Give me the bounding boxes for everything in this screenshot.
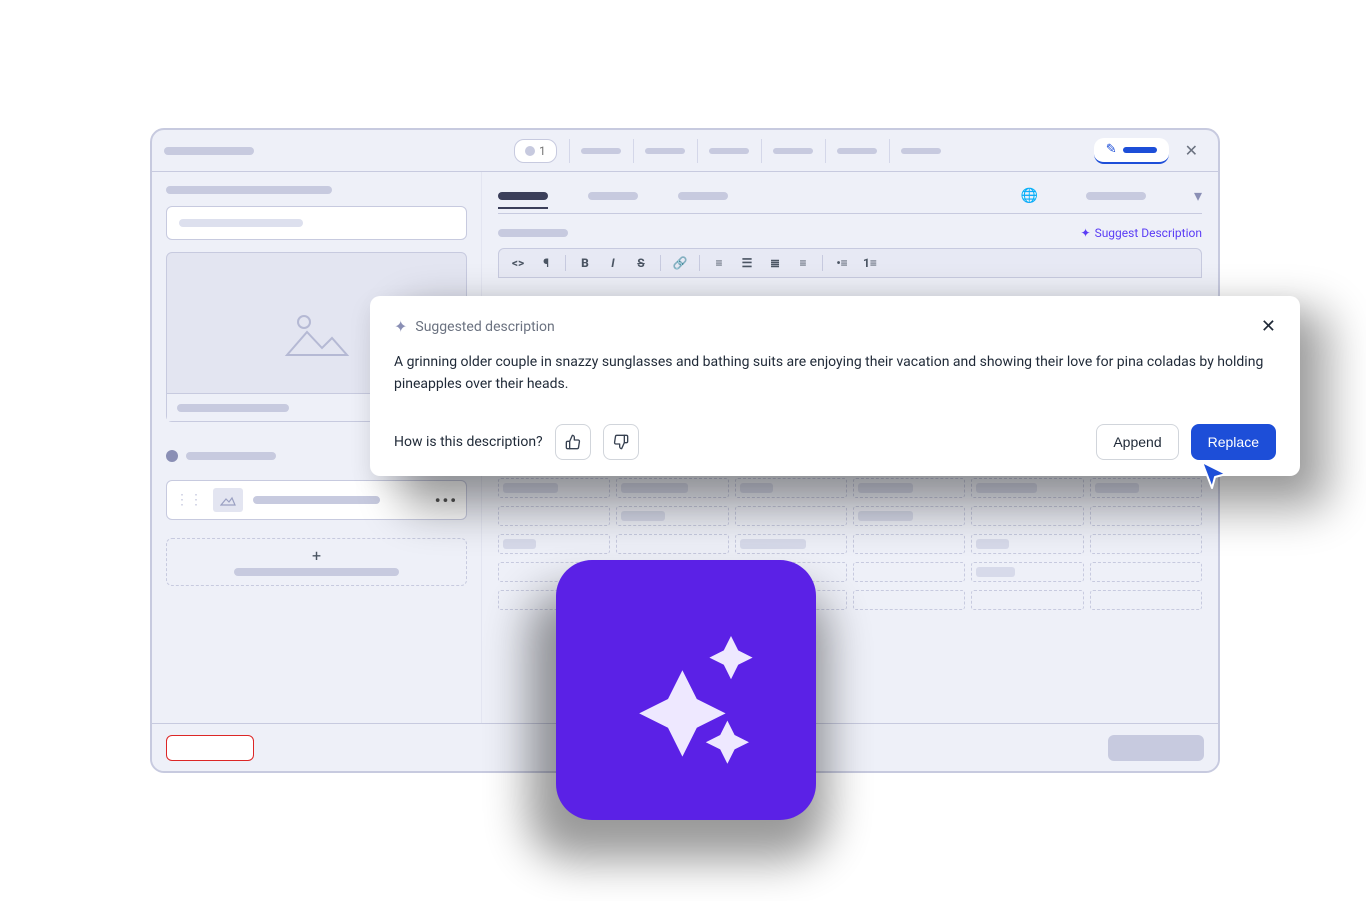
drag-handle-icon[interactable]: ⋮⋮ — [175, 492, 203, 508]
suggested-description-modal: ✦ Suggested description ✕ A grinning old… — [370, 296, 1300, 476]
sparkle-icon — [596, 600, 776, 780]
count-pill[interactable]: 1 — [514, 139, 557, 163]
strike-button[interactable]: S — [632, 256, 650, 270]
close-window-button[interactable]: ✕ — [1177, 141, 1206, 160]
top-tab[interactable] — [633, 139, 697, 163]
content-tab[interactable] — [588, 192, 638, 200]
align-left-button[interactable]: ≡ — [710, 256, 728, 270]
append-label: Append — [1113, 434, 1161, 450]
rich-text-toolbar: <> ¶ B I S 🔗 ≡ ☰ ≣ ≡ •≡ 1≡ — [498, 248, 1202, 278]
top-tab-group — [569, 139, 953, 163]
edit-tab[interactable]: ✎ — [1094, 138, 1169, 164]
count-value: 1 — [539, 144, 546, 158]
suggest-description-label: Suggest Description — [1095, 226, 1202, 240]
feedback-question: How is this description? — [394, 434, 543, 450]
italic-button[interactable]: I — [604, 256, 622, 270]
modal-close-button[interactable]: ✕ — [1261, 316, 1276, 337]
align-right-button[interactable]: ≣ — [766, 256, 784, 270]
description-field-header: ✦ Suggest Description — [498, 226, 1202, 240]
top-tab[interactable] — [569, 139, 633, 163]
top-tab[interactable] — [761, 139, 825, 163]
thumbnail-icon — [213, 488, 243, 512]
thumbs-down-button[interactable] — [603, 424, 639, 460]
paragraph-button[interactable]: ¶ — [537, 256, 555, 270]
sparkle-icon: ✦ — [394, 317, 407, 336]
align-justify-button[interactable]: ≡ — [794, 256, 812, 270]
cursor-icon — [1198, 458, 1232, 496]
code-button[interactable]: <> — [509, 256, 527, 270]
align-center-button[interactable]: ☰ — [738, 256, 756, 270]
append-button[interactable]: Append — [1096, 424, 1178, 460]
count-dot-icon — [525, 146, 535, 156]
top-tab[interactable] — [825, 139, 889, 163]
sparkle-icon: ✦ — [1081, 226, 1091, 240]
modal-title: Suggested description — [415, 319, 554, 335]
bold-button[interactable]: B — [576, 256, 594, 270]
content-tab[interactable] — [678, 192, 728, 200]
delete-button[interactable] — [166, 735, 254, 761]
replace-label: Replace — [1208, 434, 1259, 450]
topbar: 1 ✎ ✕ — [152, 130, 1218, 172]
thumbs-up-button[interactable] — [555, 424, 591, 460]
ai-sparkle-tile — [556, 560, 816, 820]
content-tab-active[interactable] — [498, 192, 548, 200]
top-tab[interactable] — [697, 139, 761, 163]
suggest-description-link[interactable]: ✦ Suggest Description — [1081, 226, 1203, 240]
link-button[interactable]: 🔗 — [671, 256, 689, 270]
breadcrumb-placeholder — [164, 147, 254, 155]
thumbs-up-icon — [565, 434, 581, 450]
thumbs-down-icon — [613, 434, 629, 450]
sidebar-input[interactable] — [166, 206, 467, 240]
chevron-down-icon[interactable]: ▾ — [1194, 186, 1202, 205]
bullet-list-button[interactable]: •≡ — [833, 256, 851, 270]
section-icon — [166, 450, 178, 462]
numbered-list-button[interactable]: 1≡ — [861, 256, 879, 270]
pencil-icon: ✎ — [1106, 142, 1117, 157]
globe-icon: 🌐 — [1021, 188, 1038, 204]
locale-label-placeholder — [1086, 192, 1146, 200]
sidebar-heading-placeholder — [166, 186, 332, 194]
save-button[interactable] — [1108, 735, 1204, 761]
top-tab[interactable] — [889, 139, 953, 163]
content-tabs: 🌐 ▾ — [498, 186, 1202, 214]
add-item-button[interactable]: + — [166, 538, 467, 586]
suggested-description-text: A grinning older couple in snazzy sungla… — [394, 351, 1276, 396]
replace-button[interactable]: Replace — [1191, 424, 1276, 460]
image-placeholder-icon — [282, 310, 352, 364]
edit-label-placeholder — [1123, 147, 1157, 153]
plus-icon: + — [312, 548, 321, 564]
